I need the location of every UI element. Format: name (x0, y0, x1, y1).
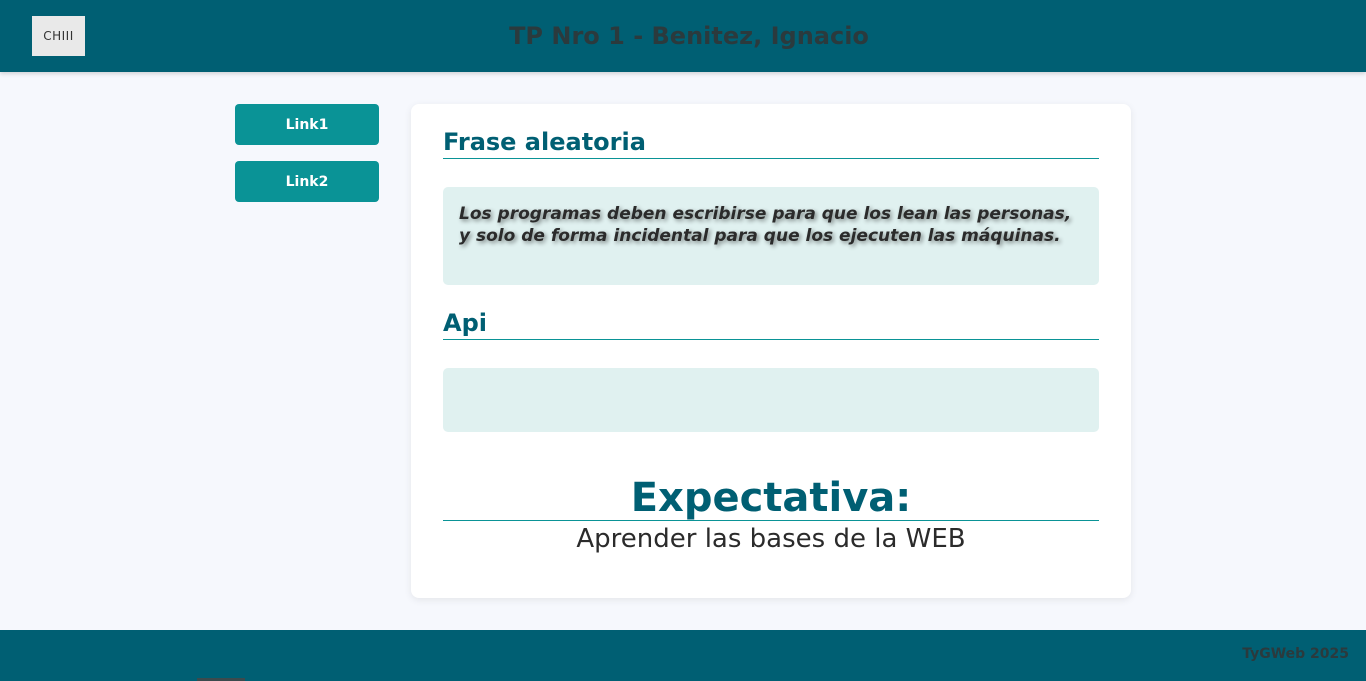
expectation-title: Expectativa: (443, 476, 1099, 521)
quote-box: Los programas deben escribirse para que … (443, 187, 1099, 285)
sidebar-link-2[interactable]: Link2 (235, 161, 379, 202)
footer-text: TyGWeb 2025 (1242, 646, 1349, 662)
sidebar-link-1[interactable]: Link1 (235, 104, 379, 145)
random-quote: Los programas deben escribirse para que … (459, 204, 1072, 246)
page-title: TP Nro 1 - Benitez, Ignacio (509, 22, 869, 50)
sidebar-nav: Link1 Link2 (235, 104, 379, 218)
quote-section-title: Frase aleatoria (443, 128, 1099, 159)
main-card: Frase aleatoria Los programas deben escr… (411, 104, 1131, 598)
expectation-text: Aprender las bases de la WEB (576, 524, 966, 554)
site-header: CHIII TP Nro 1 - Benitez, Ignacio (0, 0, 1366, 72)
api-section-title: Api (443, 309, 1099, 340)
site-footer: TyGWeb 2025 (0, 630, 1366, 681)
api-box (443, 368, 1099, 432)
